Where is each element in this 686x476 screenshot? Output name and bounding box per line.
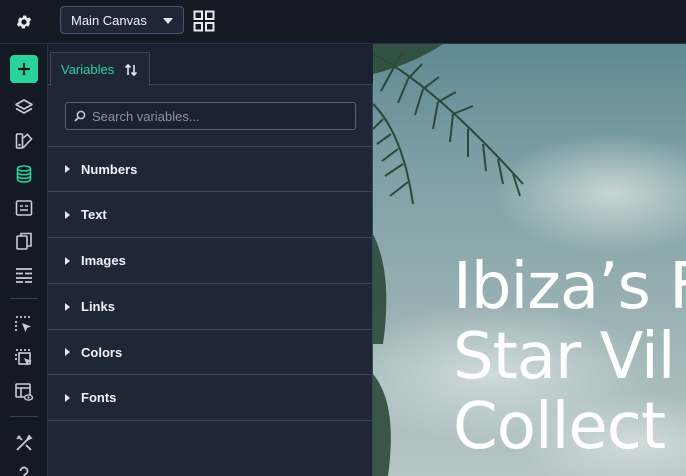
- section-label: Fonts: [81, 390, 117, 405]
- section-label: Images: [81, 253, 126, 268]
- headline-line: Collect: [453, 390, 666, 464]
- rail-divider: [10, 298, 38, 299]
- canvas-select-label: Main Canvas: [71, 12, 147, 28]
- tab-variables[interactable]: Variables: [50, 52, 150, 86]
- headline-line: Star Vil: [453, 320, 676, 394]
- caret-right-icon: [65, 302, 70, 311]
- assets-icon[interactable]: [14, 131, 34, 151]
- rail-divider: [10, 416, 38, 417]
- caret-right-icon: [65, 210, 70, 219]
- help-icon[interactable]: [14, 464, 34, 476]
- left-toolbar: [0, 44, 48, 476]
- section-label: Colors: [81, 344, 123, 360]
- layers-icon[interactable]: [14, 98, 34, 118]
- panel-tab-strip: Variables: [48, 44, 373, 86]
- caret-right-icon: [65, 348, 70, 356]
- hero-headline: Ibiza’s F Star Vil Collect: [453, 252, 686, 462]
- section-text[interactable]: Text: [48, 192, 373, 238]
- form-icon[interactable]: [14, 198, 34, 218]
- database-icon[interactable]: [14, 164, 34, 184]
- section-label: Links: [81, 299, 115, 314]
- section-numbers[interactable]: Numbers: [48, 147, 373, 192]
- tools-icon[interactable]: [14, 433, 34, 453]
- section-label: Numbers: [81, 161, 138, 177]
- chevron-down-icon: [163, 18, 173, 24]
- section-fonts[interactable]: Fonts: [48, 375, 373, 421]
- caret-right-icon: [65, 256, 70, 265]
- caret-right-icon: [65, 393, 70, 402]
- select-multiple-icon[interactable]: [14, 348, 34, 368]
- section-colors[interactable]: Colors: [48, 330, 373, 375]
- tab-variables-label: Variables: [61, 62, 115, 77]
- headline-line: Ibiza’s F: [453, 250, 686, 324]
- preview-icon[interactable]: [14, 382, 34, 402]
- section-links[interactable]: Links: [48, 284, 373, 330]
- grid-view-icon[interactable]: [193, 10, 215, 32]
- section-label: Text: [81, 207, 107, 222]
- search-variables-input[interactable]: [92, 108, 342, 124]
- select-element-icon[interactable]: [14, 315, 34, 335]
- search-variables-field[interactable]: [65, 102, 356, 130]
- canvas-select-dropdown[interactable]: Main Canvas: [60, 6, 184, 34]
- top-bar: Main Canvas: [0, 0, 686, 44]
- settings-gear-icon[interactable]: [10, 9, 38, 35]
- pages-icon[interactable]: [14, 231, 34, 251]
- variables-panel: Variables Numbers Text Images Links Colo…: [48, 44, 373, 476]
- components-icon[interactable]: [14, 265, 34, 285]
- sort-icon[interactable]: [124, 63, 138, 77]
- add-icon[interactable]: [10, 55, 38, 83]
- search-icon: [74, 110, 86, 122]
- section-images[interactable]: Images: [48, 238, 373, 284]
- caret-right-icon: [65, 165, 70, 173]
- canvas-preview[interactable]: Ibiza’s F Star Vil Collect: [373, 44, 686, 476]
